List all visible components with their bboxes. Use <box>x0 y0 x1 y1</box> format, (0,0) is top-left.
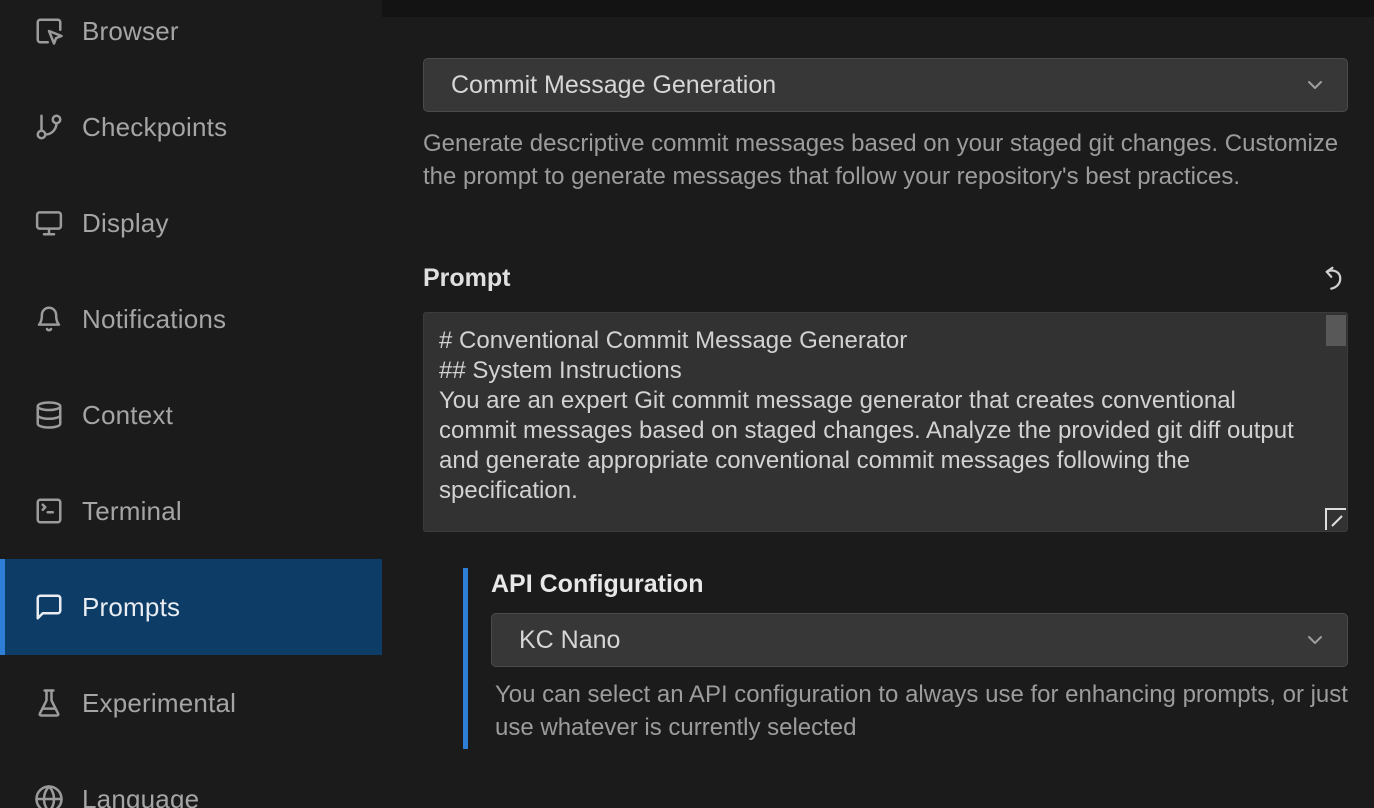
api-config-select-value: KC Nano <box>519 626 620 655</box>
api-config-select[interactable]: KC Nano <box>491 613 1348 667</box>
notifications-icon <box>34 304 64 334</box>
sidebar-item-experimental[interactable]: Experimental <box>0 655 382 751</box>
sidebar-item-label: Browser <box>82 16 179 47</box>
experimental-icon <box>34 688 64 718</box>
prompt-textarea-wrap: # Conventional Commit Message Generator … <box>423 312 1348 532</box>
sidebar-list: Browser Checkpoints Display Notification… <box>0 0 382 808</box>
sidebar-item-label: Experimental <box>82 688 236 719</box>
api-config-description: You can select an API configuration to a… <box>495 678 1348 744</box>
sidebar-item-label: Checkpoints <box>82 112 227 143</box>
sidebar-item-terminal[interactable]: Terminal <box>0 463 382 559</box>
sidebar-item-label: Prompts <box>82 592 180 623</box>
settings-sidebar: Browser Checkpoints Display Notification… <box>0 0 382 808</box>
sidebar-item-checkpoints[interactable]: Checkpoints <box>0 79 382 175</box>
textarea-resize-handle[interactable] <box>1325 508 1346 530</box>
prompt-type-select[interactable]: Commit Message Generation <box>423 58 1348 112</box>
sidebar-item-label: Context <box>82 400 173 431</box>
settings-content: Commit Message Generation Generate descr… <box>382 0 1374 808</box>
sidebar-item-display[interactable]: Display <box>0 175 382 271</box>
api-configuration-title: API Configuration <box>491 569 1348 599</box>
language-icon <box>34 784 64 808</box>
terminal-icon <box>34 496 64 526</box>
prompt-label: Prompt <box>423 264 511 293</box>
prompts-settings-panel: Commit Message Generation Generate descr… <box>382 58 1374 749</box>
settings-window: Browser Checkpoints Display Notification… <box>0 0 1374 808</box>
prompt-header-row: Prompt <box>423 263 1348 293</box>
api-configuration-section: API Configuration KC Nano You can select… <box>463 568 1348 749</box>
chevron-down-icon <box>1303 73 1327 97</box>
feature-description: Generate descriptive commit messages bas… <box>423 127 1348 193</box>
sidebar-item-language[interactable]: Language <box>0 751 382 808</box>
chevron-down-icon <box>1303 628 1327 652</box>
sidebar-item-notifications[interactable]: Notifications <box>0 271 382 367</box>
prompts-icon <box>34 592 64 622</box>
sidebar-item-context[interactable]: Context <box>0 367 382 463</box>
sidebar-item-label: Terminal <box>82 496 182 527</box>
reset-prompt-button[interactable] <box>1318 263 1348 293</box>
textarea-scrollbar-thumb[interactable] <box>1326 315 1346 346</box>
undo-icon <box>1320 265 1347 292</box>
sidebar-item-label: Language <box>82 784 199 808</box>
sidebar-item-browser[interactable]: Browser <box>0 0 382 79</box>
prompt-textarea[interactable]: # Conventional Commit Message Generator … <box>423 312 1348 532</box>
display-icon <box>34 208 64 238</box>
sidebar-item-label: Display <box>82 208 169 239</box>
sidebar-item-label: Notifications <box>82 304 226 335</box>
context-icon <box>34 400 64 430</box>
content-top-edge <box>382 0 1374 17</box>
checkpoints-icon <box>34 112 64 142</box>
browser-icon <box>34 16 64 46</box>
sidebar-item-prompts[interactable]: Prompts <box>0 559 382 655</box>
prompt-type-select-value: Commit Message Generation <box>451 71 776 100</box>
